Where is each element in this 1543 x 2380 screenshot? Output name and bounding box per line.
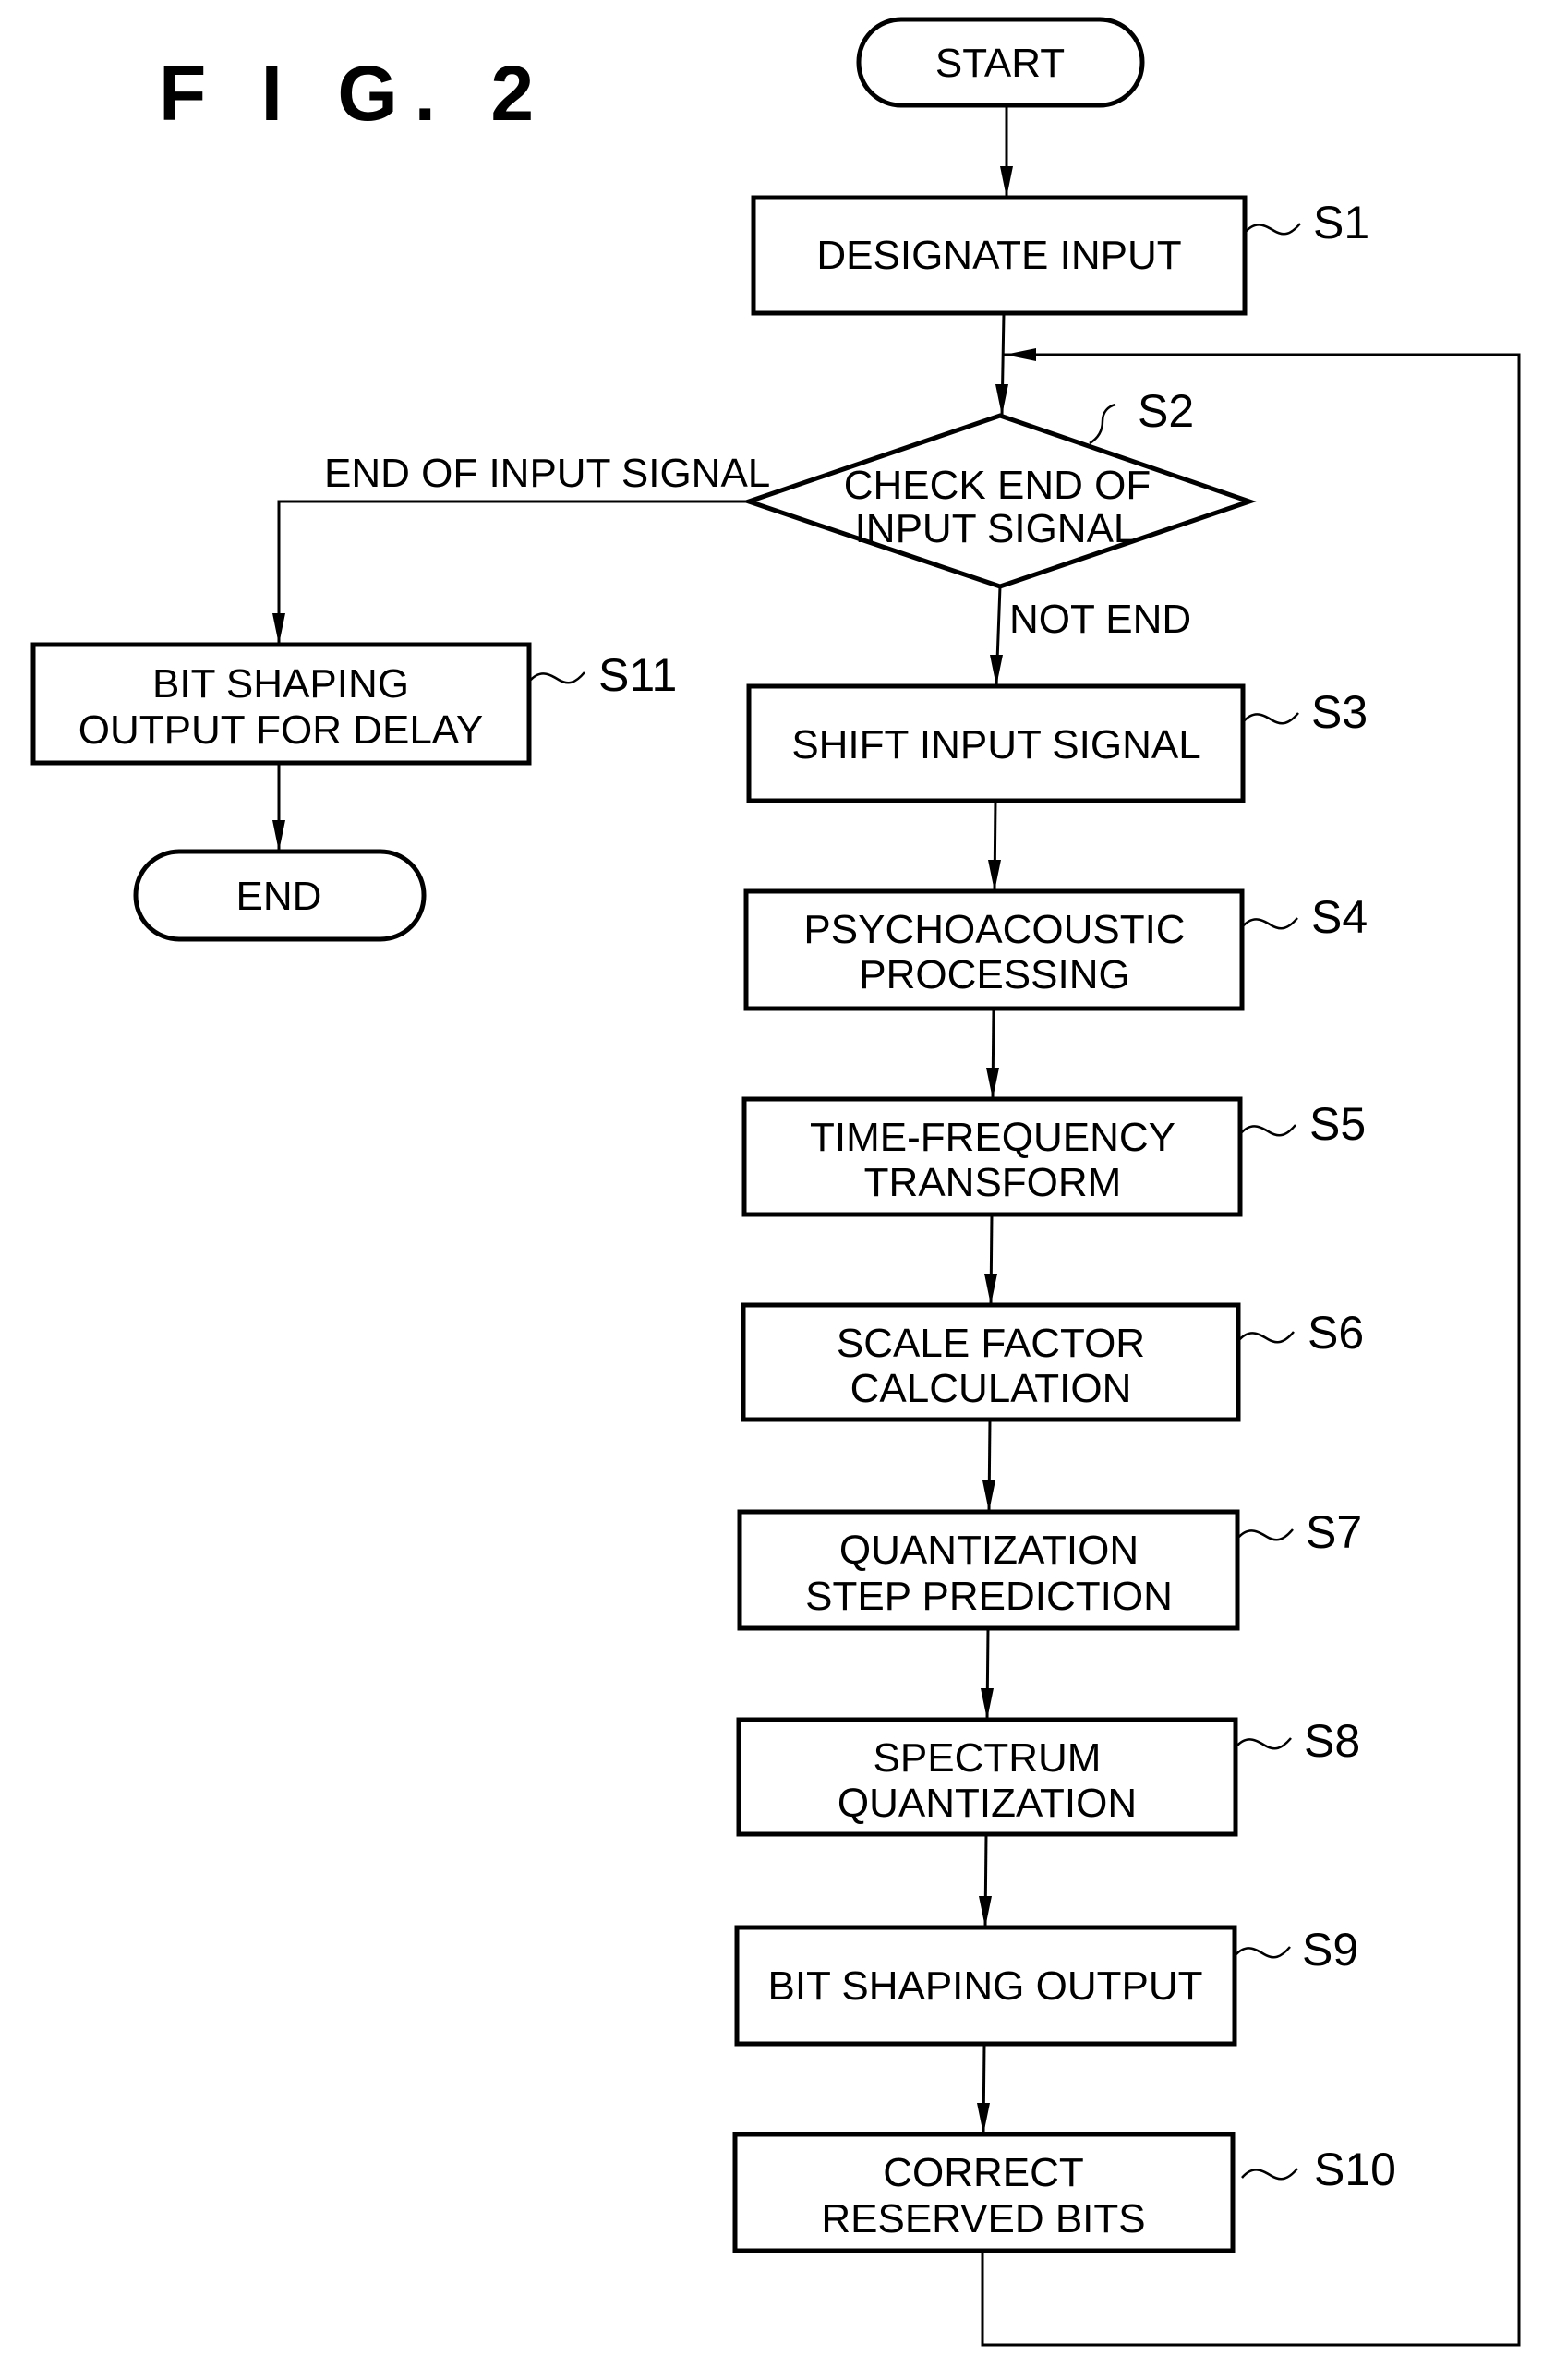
leader-line [1234, 1946, 1291, 1959]
end-terminal: END [133, 849, 427, 942]
step-s4: PSYCHOACOUSTIC PROCESSING S4 [743, 888, 1368, 1011]
step-text-line-1: BIT SHAPING [152, 661, 409, 707]
step-text-line-1: SPECTRUM [874, 1735, 1102, 1781]
step-s2-decision: CHECK END OF INPUT SIGNAL S2 [741, 385, 1257, 589]
leader-line [1235, 1737, 1292, 1750]
arrowhead [990, 655, 1003, 686]
step-text: SHIFT INPUT SIGNAL [791, 722, 1200, 767]
step-label: S7 [1306, 1506, 1362, 1558]
end-label: END [236, 874, 322, 919]
step-label: S11 [598, 649, 677, 701]
step-text-line-1: SCALE FACTOR [837, 1321, 1145, 1366]
arrowhead [986, 1068, 999, 1099]
step-s7: QUANTIZATION STEP PREDICTION S7 [737, 1506, 1362, 1631]
step-text-line-2: CALCULATION [850, 1366, 1132, 1411]
step-label: S9 [1302, 1924, 1358, 1975]
step-text: DESIGNATE INPUT [816, 233, 1181, 278]
step-label: S3 [1311, 686, 1368, 738]
step-label: S2 [1138, 385, 1194, 437]
start-terminal: START [856, 17, 1145, 108]
step-text: BIT SHAPING OUTPUT [767, 1963, 1202, 2009]
leader-line [1242, 712, 1299, 725]
leader-line [1089, 403, 1116, 445]
arrowhead [979, 1896, 992, 1927]
arrowhead [272, 613, 285, 645]
step-s10: CORRECT RESERVED BITS S10 [732, 2132, 1396, 2253]
arrowhead [1000, 166, 1013, 198]
step-text-line-2: QUANTIZATION [838, 1781, 1137, 1826]
edge-label-end-of-input: END OF INPUT SIGNAL [324, 451, 770, 496]
step-label: S8 [1304, 1715, 1360, 1767]
step-label: S5 [1309, 1098, 1366, 1150]
decision-text-line-2: INPUT SIGNAL [855, 506, 1137, 551]
step-s3: SHIFT INPUT SIGNAL S3 [746, 683, 1368, 803]
edge-label-not-end: NOT END [1009, 597, 1191, 642]
step-s6: SCALE FACTOR CALCULATION S6 [741, 1302, 1364, 1422]
step-s11: BIT SHAPING OUTPUT FOR DELAY S11 [30, 642, 677, 766]
leader-line [1237, 1331, 1295, 1344]
step-s5: TIME-FREQUENCY TRANSFORM S5 [741, 1096, 1366, 1217]
arrowhead [982, 1480, 995, 1512]
loop-arrowhead [1005, 348, 1036, 361]
arrowhead [272, 820, 285, 852]
step-s1: DESIGNATE INPUT S1 [751, 195, 1369, 316]
arrowhead [995, 384, 1008, 416]
step-text-line-2: TRANSFORM [864, 1160, 1122, 1205]
step-text-line-1: PSYCHOACOUSTIC [803, 907, 1185, 952]
leader-line [528, 671, 585, 684]
step-label: S10 [1314, 2144, 1396, 2195]
step-text-line-1: QUANTIZATION [839, 1528, 1139, 1573]
step-label: S4 [1311, 891, 1368, 943]
step-s9: BIT SHAPING OUTPUT S9 [734, 1924, 1358, 2047]
step-text-line-2: OUTPUT FOR DELAY [78, 707, 483, 753]
step-s8: SPECTRUM QUANTIZATION S8 [736, 1715, 1360, 1837]
leader-line [1244, 223, 1301, 236]
leader-line [1239, 1124, 1296, 1137]
flowchart: F I G. 2 START END OF INPUT SIGNAL NOT E… [30, 17, 1521, 2347]
step-text-line-1: CORRECT [883, 2150, 1084, 2195]
start-label: START [935, 41, 1065, 86]
leader-line [1236, 1528, 1294, 1541]
arrowhead [981, 1688, 994, 1720]
leader-line [1241, 917, 1298, 930]
arrowhead [977, 2103, 990, 2134]
step-text-line-1: TIME-FREQUENCY [810, 1115, 1175, 1160]
leader-line [1241, 2168, 1298, 2181]
step-label: S6 [1308, 1307, 1364, 1359]
decision-text-line-1: CHECK END OF [844, 463, 1151, 508]
arrowhead [988, 860, 1001, 891]
step-text-line-2: RESERVED BITS [821, 2196, 1145, 2241]
step-text-line-2: PROCESSING [859, 952, 1129, 997]
step-text-line-2: STEP PREDICTION [805, 1574, 1173, 1619]
step-label: S1 [1313, 197, 1369, 248]
figure-title: F I G. 2 [159, 50, 550, 137]
arrow-s2-to-s11 [277, 500, 749, 645]
arrowhead [984, 1274, 997, 1305]
